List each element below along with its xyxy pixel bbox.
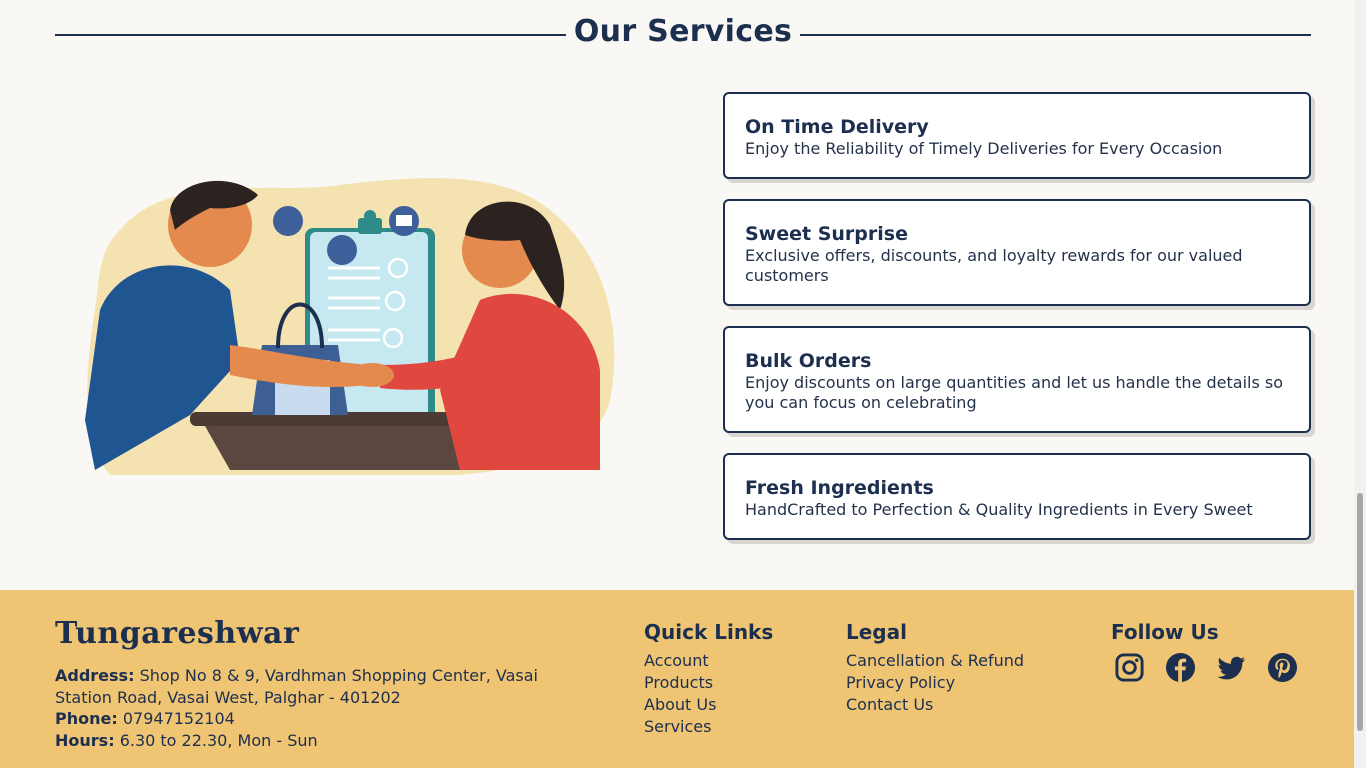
legal-title: Legal [846, 620, 907, 644]
legal-column: Legal Cancellation & Refund Privacy Poli… [846, 620, 1024, 716]
quick-links-title: Quick Links [644, 620, 774, 644]
scrollbar-thumb[interactable] [1357, 493, 1363, 731]
heading-divider-left [55, 34, 566, 36]
footer-link-privacy-policy[interactable]: Privacy Policy [846, 672, 1024, 694]
follow-us-title: Follow Us [1111, 620, 1219, 644]
footer-link-contact-us[interactable]: Contact Us [846, 694, 1024, 716]
hours-line: Hours: 6.30 to 22.30, Mon - Sun [55, 730, 555, 752]
address-line: Address: Shop No 8 & 9, Vardhman Shoppin… [55, 665, 555, 708]
footer-link-cancellation-refund[interactable]: Cancellation & Refund [846, 650, 1024, 672]
follow-us-column: Follow Us [1111, 620, 1298, 683]
address-label: Address: [55, 666, 135, 685]
vertical-scrollbar[interactable] [1354, 0, 1366, 768]
footer-link-products[interactable]: Products [644, 672, 773, 694]
service-description: Enjoy discounts on large quantities and … [745, 373, 1284, 412]
hours-label: Hours: [55, 730, 115, 750]
service-card-surprise: Sweet Surprise Exclusive offers, discoun… [723, 199, 1311, 306]
social-links [1114, 652, 1298, 683]
instagram-icon[interactable] [1114, 652, 1145, 683]
page: Our Services On Time Delivery Enjoy the … [0, 0, 1366, 768]
footer-contact-info: Address: Shop No 8 & 9, Vardhman Shoppin… [55, 665, 555, 751]
phone-label: Phone: [55, 709, 118, 728]
facebook-icon[interactable] [1165, 652, 1196, 683]
services-section: Our Services On Time Delivery Enjoy the … [0, 0, 1354, 590]
service-card-bulk: Bulk Orders Enjoy discounts on large qua… [723, 326, 1311, 433]
service-title: Bulk Orders [745, 350, 872, 372]
service-description: Exclusive offers, discounts, and loyalty… [745, 246, 1243, 285]
footer-link-services[interactable]: Services [644, 716, 773, 738]
phone-line: Phone: 07947152104 [55, 708, 555, 730]
pinterest-icon[interactable] [1267, 652, 1298, 683]
section-title: Our Services [573, 14, 793, 49]
footer-link-about-us[interactable]: About Us [644, 694, 773, 716]
quick-links-column: Quick Links Account Products About Us Se… [644, 620, 773, 738]
service-description: HandCrafted to Perfection & Quality Ingr… [745, 500, 1253, 519]
hours-value: 6.30 to 22.30, Mon - Sun [119, 730, 318, 750]
footer-link-account[interactable]: Account [644, 650, 773, 672]
service-title: On Time Delivery [745, 116, 929, 138]
site-footer: Tungareshwar Address: Shop No 8 & 9, Var… [0, 590, 1354, 768]
twitter-icon[interactable] [1216, 652, 1247, 683]
service-title: Sweet Surprise [745, 223, 908, 245]
handshake-illustration [85, 177, 615, 475]
section-heading: Our Services [55, 14, 1311, 56]
service-title: Fresh Ingredients [745, 477, 934, 499]
heading-divider-right [800, 34, 1311, 36]
phone-value: 07947152104 [122, 709, 235, 728]
service-card-delivery: On Time Delivery Enjoy the Reliability o… [723, 92, 1311, 179]
footer-brand-logo[interactable]: Tungareshwar [55, 616, 299, 651]
service-card-fresh: Fresh Ingredients HandCrafted to Perfect… [723, 453, 1311, 540]
service-description: Enjoy the Reliability of Timely Deliveri… [745, 139, 1223, 158]
